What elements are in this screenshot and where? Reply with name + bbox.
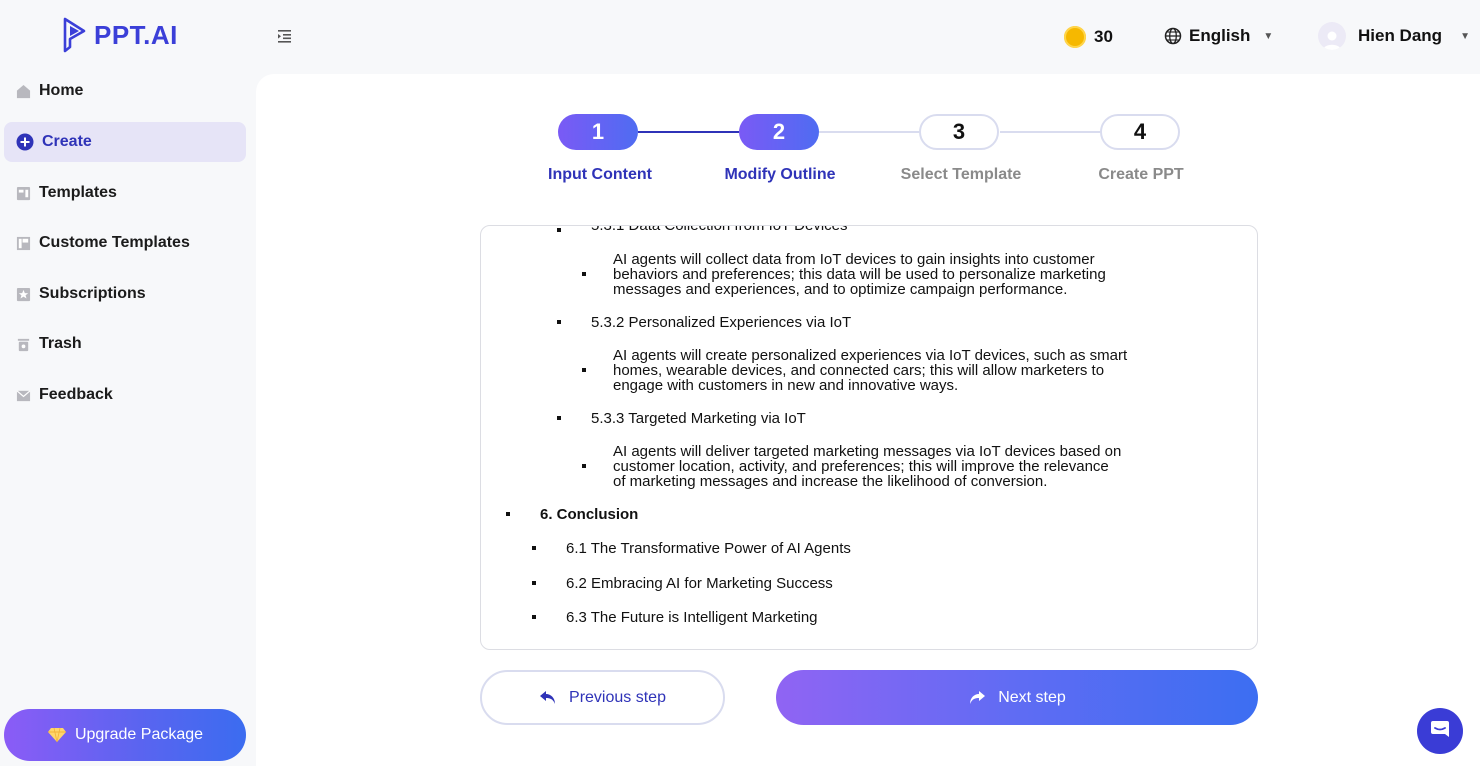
home-icon (16, 84, 31, 98)
outline-heading[interactable]: 6. Conclusion (540, 506, 638, 523)
outline-editor[interactable]: 5.3.1 Data Collection from IoT Devices A… (480, 225, 1258, 650)
paragraph-line: homes, wearable devices, and connected c… (613, 362, 1105, 379)
paragraph-line: behaviors and preferences; this data wil… (613, 266, 1106, 283)
step-1[interactable]: 1 (558, 114, 638, 150)
bullet (532, 581, 536, 585)
outline-item[interactable]: 5.3.2 Personalized Experiences via IoT (591, 314, 851, 331)
plus-circle-icon (16, 133, 34, 151)
sidebar-item-label: Home (39, 82, 84, 99)
step-number: 1 (591, 119, 605, 144)
sidebar-item-feedback[interactable]: Feedback (4, 375, 246, 415)
templates-icon (16, 186, 31, 200)
outline-item[interactable]: 5.3.3 Targeted Marketing via IoT (591, 410, 806, 427)
bullet (557, 416, 561, 420)
chat-support-button[interactable] (1417, 708, 1463, 754)
step-number: 2 (772, 119, 786, 144)
bullet (532, 546, 536, 550)
step-label-create-ppt: Create PPT (1098, 166, 1184, 183)
logo-text: PPT.AI (94, 19, 178, 50)
outline-item[interactable]: 5.3.1 Data Collection from IoT Devices (591, 226, 848, 234)
bullet (582, 272, 586, 276)
bullet (582, 368, 586, 372)
coin-balance: 30 (1064, 26, 1113, 48)
paragraph-line: engage with customers in new and innovat… (613, 377, 959, 394)
menu-collapse-button[interactable] (276, 28, 296, 46)
paragraph-line: AI agents will collect data from IoT dev… (613, 251, 1095, 268)
bullet (506, 512, 510, 516)
step-connector (1000, 131, 1100, 133)
sidebar: Home Create Templates Custome Templates … (0, 74, 256, 766)
app-logo[interactable]: PPT.AI (62, 17, 178, 53)
outline-item[interactable]: 6.2 Embracing AI for Marketing Success (566, 575, 833, 592)
share-arrow-icon (970, 690, 986, 704)
step-number: 4 (1133, 119, 1147, 144)
language-selector[interactable]: English ▼ (1164, 26, 1273, 46)
chevron-down-icon: ▼ (1460, 30, 1470, 42)
sidebar-item-label: Trash (39, 335, 82, 352)
avatar (1318, 22, 1346, 50)
sidebar-item-label: Feedback (39, 386, 113, 403)
mail-icon (16, 389, 31, 401)
outline-item[interactable]: 6.1 The Transformative Power of AI Agent… (566, 540, 851, 557)
globe-icon (1164, 27, 1182, 45)
diamond-icon (47, 727, 66, 743)
upgrade-package-button[interactable]: Upgrade Package (4, 709, 246, 761)
sidebar-item-trash[interactable]: Trash (4, 324, 246, 364)
user-menu[interactable]: Hien Dang ▼ (1318, 22, 1470, 50)
sidebar-item-label: Custome Templates (39, 234, 190, 251)
paragraph-line: customer location, activity, and prefere… (613, 458, 1109, 475)
user-name: Hien Dang (1358, 26, 1443, 45)
outline-paragraph[interactable]: AI agents will collect data from IoT dev… (613, 252, 1106, 297)
sidebar-item-label: Subscriptions (39, 285, 146, 302)
sidebar-item-label: Templates (39, 184, 117, 201)
menu-fold-icon (278, 30, 291, 43)
bullet (557, 228, 561, 232)
paragraph-line: of marketing messages and increase the l… (613, 473, 1048, 490)
paragraph-line: AI agents will create personalized exper… (613, 347, 1128, 364)
bullet (582, 464, 586, 468)
step-3[interactable]: 3 (919, 114, 999, 150)
paragraph-line: AI agents will deliver targeted marketin… (613, 443, 1122, 460)
logo-icon (63, 17, 86, 53)
upgrade-label: Upgrade Package (74, 726, 204, 743)
undo-arrow-icon (540, 690, 556, 704)
paragraph-line: messages and experiences, and to optimiz… (613, 281, 1068, 298)
next-step-label: Next step (998, 688, 1066, 706)
language-label: English (1189, 26, 1251, 45)
step-2[interactable]: 2 (739, 114, 819, 150)
sidebar-item-custome-templates[interactable]: Custome Templates (4, 223, 246, 263)
step-connector (638, 131, 739, 133)
bullet (557, 320, 561, 324)
outline-paragraph[interactable]: AI agents will create personalized exper… (613, 348, 1127, 393)
bullet (532, 615, 536, 619)
step-label-select-template: Select Template (900, 166, 1022, 183)
coin-count: 30 (1094, 27, 1113, 46)
sidebar-item-templates[interactable]: Templates (4, 173, 246, 213)
star-badge-icon (16, 287, 31, 301)
user-icon (1323, 31, 1341, 50)
step-label-input-content: Input Content (548, 166, 652, 183)
coin-icon (1064, 26, 1086, 48)
step-label-modify-outline: Modify Outline (724, 166, 836, 183)
previous-step-button[interactable]: Previous step (480, 670, 725, 725)
outline-item[interactable]: 6.3 The Future is Intelligent Marketing (566, 609, 818, 626)
outline-paragraph[interactable]: AI agents will deliver targeted marketin… (613, 444, 1121, 489)
sidebar-item-label: Create (42, 133, 92, 150)
step-4[interactable]: 4 (1100, 114, 1180, 150)
sidebar-item-create[interactable]: Create (4, 122, 246, 162)
step-number: 3 (952, 119, 966, 144)
sidebar-item-subscriptions[interactable]: Subscriptions (4, 274, 246, 314)
top-bar: PPT.AI 30 English ▼ Hien Dang ▼ (0, 0, 1480, 74)
layout-icon (16, 236, 31, 250)
trash-icon (17, 338, 30, 351)
sidebar-item-home[interactable]: Home (4, 71, 246, 111)
step-connector (819, 131, 920, 133)
previous-step-label: Previous step (569, 688, 666, 706)
main-panel: 1 2 3 4 Input Content Modify Outline Sel… (256, 74, 1480, 766)
chevron-down-icon: ▼ (1263, 30, 1274, 42)
next-step-button[interactable]: Next step (776, 670, 1258, 725)
chat-icon (1431, 721, 1449, 737)
